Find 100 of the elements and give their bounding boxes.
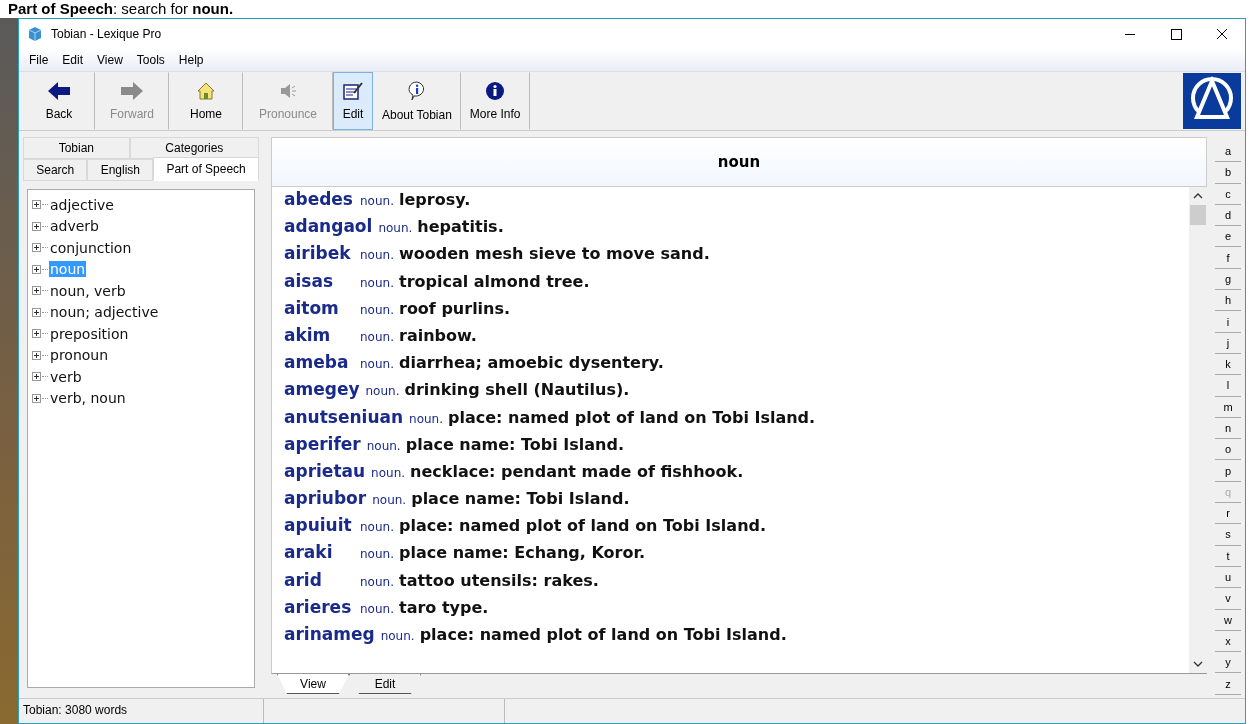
letter-button[interactable]: e: [1215, 226, 1241, 248]
tree-item[interactable]: pronoun: [49, 347, 110, 364]
part-of-speech: noun.: [360, 329, 394, 344]
letter-button[interactable]: d: [1215, 204, 1241, 227]
expand-icon[interactable]: [32, 393, 41, 403]
headword[interactable]: adangaol: [284, 216, 373, 237]
tab[interactable]: View: [277, 674, 349, 694]
tree-item[interactable]: verb, noun: [49, 390, 127, 407]
letter-button[interactable]: f: [1215, 247, 1241, 269]
tree-item[interactable]: noun, verb: [49, 282, 127, 299]
letter-button[interactable]: l: [1215, 375, 1241, 397]
right-arrow-icon: [120, 81, 144, 101]
toolbar-button[interactable]: About Tobian: [373, 72, 461, 130]
letter-button[interactable]: v: [1215, 588, 1241, 610]
tree-item[interactable]: noun; adjective: [49, 304, 160, 321]
headword[interactable]: anutseniuan: [284, 406, 404, 427]
tree-item[interactable]: adverb: [49, 218, 100, 235]
tab[interactable]: Edit: [349, 674, 421, 694]
tab[interactable]: Tobian: [23, 137, 130, 159]
headword[interactable]: arinameg: [284, 624, 375, 644]
expand-icon[interactable]: [32, 264, 41, 274]
letter-button[interactable]: y: [1215, 652, 1241, 674]
headword[interactable]: aitom: [284, 297, 354, 318]
letter-button[interactable]: c: [1215, 183, 1241, 205]
letter-button[interactable]: g: [1215, 268, 1241, 291]
definition: place: named plot of land on Tobi Island.: [448, 407, 816, 427]
letter-button[interactable]: t: [1215, 545, 1241, 567]
window-title: Tobian - Lexique Pro: [51, 27, 162, 41]
letter-button[interactable]: k: [1215, 353, 1241, 376]
menu-item[interactable]: File: [23, 53, 55, 67]
menu-item[interactable]: Help: [172, 53, 210, 67]
part-of-speech: noun.: [360, 520, 394, 535]
headword[interactable]: arid: [284, 569, 354, 590]
letter-button[interactable]: s: [1215, 524, 1241, 546]
info-icon: [485, 81, 506, 101]
headword[interactable]: amegey: [284, 379, 360, 400]
letter-button[interactable]: p: [1215, 460, 1241, 482]
tree-item[interactable]: preposition: [49, 325, 130, 342]
definition: place name: Tobi Island.: [411, 489, 630, 509]
tab[interactable]: Search: [23, 159, 88, 181]
menu-item[interactable]: View: [91, 53, 129, 67]
letter-button[interactable]: h: [1215, 290, 1241, 312]
part-of-speech: noun.: [360, 275, 394, 290]
part-of-speech: noun.: [360, 574, 394, 589]
menu-item[interactable]: Tools: [130, 53, 171, 67]
letter-button[interactable]: x: [1215, 630, 1241, 653]
expand-icon[interactable]: [32, 243, 41, 253]
expand-icon[interactable]: [32, 200, 41, 210]
toolbar-button[interactable]: More Info: [460, 72, 530, 130]
tree-item[interactable]: verb: [49, 368, 83, 385]
part-of-speech: noun.: [365, 384, 400, 399]
tree-item[interactable]: conjunction: [49, 239, 133, 256]
tab[interactable]: English: [87, 159, 154, 181]
part-of-speech: noun.: [409, 411, 444, 426]
definition: tropical almond tree.: [399, 271, 590, 291]
scrollbar[interactable]: [1189, 187, 1207, 673]
headword[interactable]: airibek: [284, 243, 354, 264]
expand-icon[interactable]: [32, 372, 41, 382]
tree-item[interactable]: adjective: [49, 196, 115, 213]
headword[interactable]: araki: [284, 542, 354, 563]
headword[interactable]: akim: [284, 324, 354, 345]
expand-icon[interactable]: [32, 329, 41, 339]
letter-button[interactable]: a: [1215, 141, 1241, 163]
letter-button[interactable]: b: [1215, 162, 1241, 184]
letter-button[interactable]: i: [1215, 311, 1241, 333]
letter-button[interactable]: z: [1215, 673, 1241, 695]
letter-button[interactable]: u: [1215, 566, 1241, 589]
toolbar-button[interactable]: Edit: [333, 72, 373, 130]
definition: place: named plot of land on Tobi Island.: [399, 516, 767, 536]
menu-item[interactable]: Edit: [56, 53, 90, 67]
headword[interactable]: ameba: [284, 352, 354, 373]
headword[interactable]: apuiuit: [284, 515, 354, 536]
expand-icon[interactable]: [32, 286, 41, 296]
expand-icon[interactable]: [32, 350, 41, 360]
letter-button[interactable]: r: [1215, 503, 1241, 525]
tab[interactable]: Categories: [129, 137, 259, 159]
headword[interactable]: apriubor: [284, 488, 367, 509]
definition: wooden mesh sieve to move sand.: [399, 244, 710, 264]
definition: leprosy.: [399, 190, 471, 209]
part-of-speech: noun.: [372, 493, 407, 508]
expand-icon[interactable]: [32, 307, 41, 317]
toolbar-button[interactable]: Back: [23, 72, 95, 130]
letter-button[interactable]: o: [1215, 439, 1241, 461]
status-text: Tobian: 3080 words: [19, 699, 264, 723]
letter-button[interactable]: n: [1215, 417, 1241, 440]
headword[interactable]: abedes: [284, 189, 354, 209]
toolbar-button[interactable]: Home: [169, 72, 243, 130]
expand-icon[interactable]: [32, 221, 41, 231]
headword[interactable]: aisas: [284, 270, 354, 291]
definition: diarrhea; amoebic dysentery.: [399, 353, 664, 373]
headword[interactable]: aprietau: [284, 460, 366, 481]
tab[interactable]: Part of Speech: [153, 157, 259, 181]
letter-button[interactable]: m: [1215, 396, 1241, 418]
letter-button[interactable]: j: [1215, 332, 1241, 354]
headword[interactable]: arieres: [284, 596, 354, 617]
cube-icon: [27, 26, 43, 42]
scrollbar-thumb[interactable]: [1190, 205, 1206, 225]
definition: drinking shell (Nautilus).: [404, 380, 630, 400]
headword[interactable]: aperifer: [284, 433, 361, 454]
letter-button[interactable]: w: [1215, 609, 1241, 631]
